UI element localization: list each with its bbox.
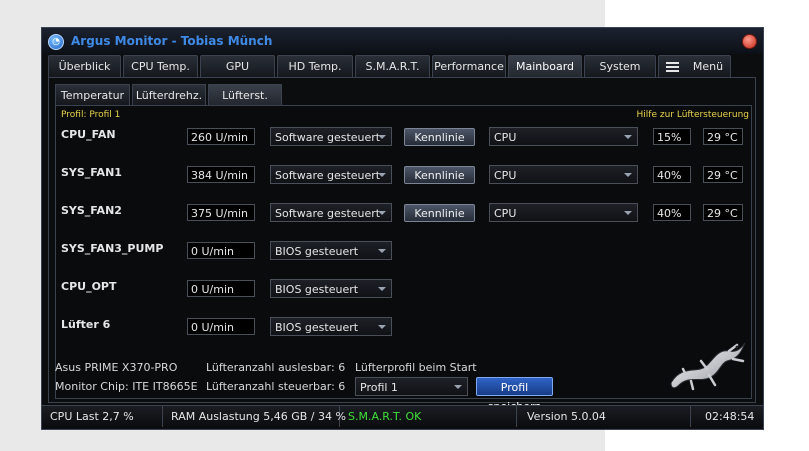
clock-status: 02:48:54	[705, 410, 755, 423]
fan-source-value: CPU	[494, 169, 517, 182]
monitor-chip-label: Monitor Chip: ITE IT8665E	[55, 380, 198, 393]
ram-usage-status: RAM Auslastung 5,46 GB / 34 %	[163, 406, 346, 427]
salamander-logo-icon	[670, 342, 746, 391]
fan-mode-value: BIOS gesteuert	[275, 283, 359, 296]
chevron-down-icon	[624, 135, 632, 139]
save-profile-button[interactable]: Profil speichern	[476, 377, 553, 413]
app-logo-icon: ◔	[48, 34, 64, 50]
startup-profile-dropdown[interactable]: Profil 1	[355, 377, 468, 396]
curve-button[interactable]: Kennlinie	[404, 166, 475, 184]
fan-rpm-value: 260 U/min	[187, 128, 255, 145]
chevron-down-icon	[378, 325, 386, 329]
tab-menu[interactable]: Menü	[658, 55, 731, 77]
tab-performance[interactable]: Performance	[432, 55, 506, 77]
fan-mode-value: Software gesteuert	[275, 169, 381, 182]
tab-menu-label: Menü	[692, 60, 724, 73]
chevron-down-icon	[378, 287, 386, 291]
fan-name: SYS_FAN3_PUMP	[61, 242, 164, 255]
fan-name: CPU_FAN	[61, 128, 116, 141]
fan-count-controllable: Lüfteranzahl steuerbar: 6	[206, 380, 346, 393]
fan-name: CPU_OPT	[61, 280, 117, 293]
mainboard-panel: Temperatur Lüfterdrehz. Lüfterst. Profil…	[48, 77, 756, 403]
fan-name: Lüfter 6	[61, 318, 111, 331]
fan-temp-value: 29 °C	[703, 128, 743, 145]
fan-rpm-value: 384 U/min	[187, 166, 255, 183]
status-bar: CPU Last 2,7 % RAM Auslastung 5,46 GB / …	[42, 405, 763, 427]
fan-rpm-value: 375 U/min	[187, 204, 255, 221]
fan-percent-value: 40%	[653, 166, 691, 183]
fan-percent-value: 15%	[653, 128, 691, 145]
tab-hd-temp[interactable]: HD Temp.	[277, 55, 353, 77]
chevron-down-icon	[624, 211, 632, 215]
fan-rpm-value: 0 U/min	[187, 280, 255, 297]
fan-temp-value: 29 °C	[703, 166, 743, 183]
fan-source-dropdown[interactable]: CPU	[489, 165, 638, 184]
fan-mode-dropdown[interactable]: Software gesteuert	[270, 165, 392, 184]
fan-mode-dropdown[interactable]: BIOS gesteuert	[270, 279, 392, 298]
fan-temp-value: 29 °C	[703, 204, 743, 221]
hamburger-menu-icon	[665, 60, 679, 74]
fan-mode-dropdown[interactable]: Software gesteuert	[270, 127, 392, 146]
tab-mainboard[interactable]: Mainboard	[508, 55, 582, 77]
chevron-down-icon	[454, 385, 462, 389]
app-window: ◔ Argus Monitor - Tobias Münch Überblick…	[41, 27, 764, 430]
chevron-down-icon	[378, 211, 386, 215]
fan-source-dropdown[interactable]: CPU	[489, 127, 638, 146]
subtab-luefterst[interactable]: Lüfterst.	[208, 84, 282, 105]
fan-source-value: CPU	[494, 131, 517, 144]
subtab-luefterdrehz[interactable]: Lüfterdrehz.	[132, 84, 206, 105]
cpu-load-status: CPU Last 2,7 %	[42, 406, 163, 427]
tab-cpu-temp[interactable]: CPU Temp.	[123, 55, 198, 77]
fan-mode-dropdown[interactable]: Software gesteuert	[270, 203, 392, 222]
startup-profile-value: Profil 1	[360, 381, 398, 394]
fan-control-help-link[interactable]: Hilfe zur Lüftersteuerung	[637, 110, 749, 120]
curve-button[interactable]: Kennlinie	[404, 128, 475, 146]
chevron-down-icon	[624, 173, 632, 177]
fan-mode-value: BIOS gesteuert	[275, 245, 359, 258]
fan-source-value: CPU	[494, 207, 517, 220]
chevron-down-icon	[378, 249, 386, 253]
smart-status: S.M.A.R.T. OK	[340, 406, 517, 427]
fan-mode-value: BIOS gesteuert	[275, 321, 359, 334]
tab-ueberblick[interactable]: Überblick	[48, 55, 121, 77]
version-status: Version 5.0.04	[517, 406, 691, 427]
fan-source-dropdown[interactable]: CPU	[489, 203, 638, 222]
fan-name: SYS_FAN1	[61, 166, 122, 179]
curve-button[interactable]: Kennlinie	[404, 204, 475, 222]
fan-mode-value: Software gesteuert	[275, 131, 381, 144]
window-title: Argus Monitor - Tobias Münch	[71, 34, 273, 48]
current-profile-label: Profil: Profil 1	[61, 110, 121, 120]
tab-gpu[interactable]: GPU	[200, 55, 275, 77]
fan-control-area: Profil: Profil 1 Hilfe zur Lüftersteueru…	[55, 105, 752, 399]
chevron-down-icon	[378, 173, 386, 177]
fan-name: SYS_FAN2	[61, 204, 122, 217]
fan-mode-dropdown[interactable]: BIOS gesteuert	[270, 241, 392, 260]
chevron-down-icon	[378, 135, 386, 139]
fan-count-readable: Lüfteranzahl auslesbar: 6	[206, 361, 346, 374]
fan-mode-dropdown[interactable]: BIOS gesteuert	[270, 317, 392, 336]
board-name: Asus PRIME X370-PRO	[55, 361, 178, 374]
fan-rpm-value: 0 U/min	[187, 318, 255, 335]
tab-smart[interactable]: S.M.A.R.T.	[355, 55, 430, 77]
title-bar[interactable]: ◔ Argus Monitor - Tobias Münch	[42, 28, 763, 54]
fan-mode-value: Software gesteuert	[275, 207, 381, 220]
close-icon[interactable]	[742, 34, 757, 49]
tab-system[interactable]: System	[584, 55, 656, 77]
subtab-temperatur[interactable]: Temperatur	[55, 84, 130, 105]
fan-percent-value: 40%	[653, 204, 691, 221]
startup-profile-label: Lüfterprofil beim Start	[355, 361, 477, 374]
fan-rpm-value: 0 U/min	[187, 242, 255, 259]
